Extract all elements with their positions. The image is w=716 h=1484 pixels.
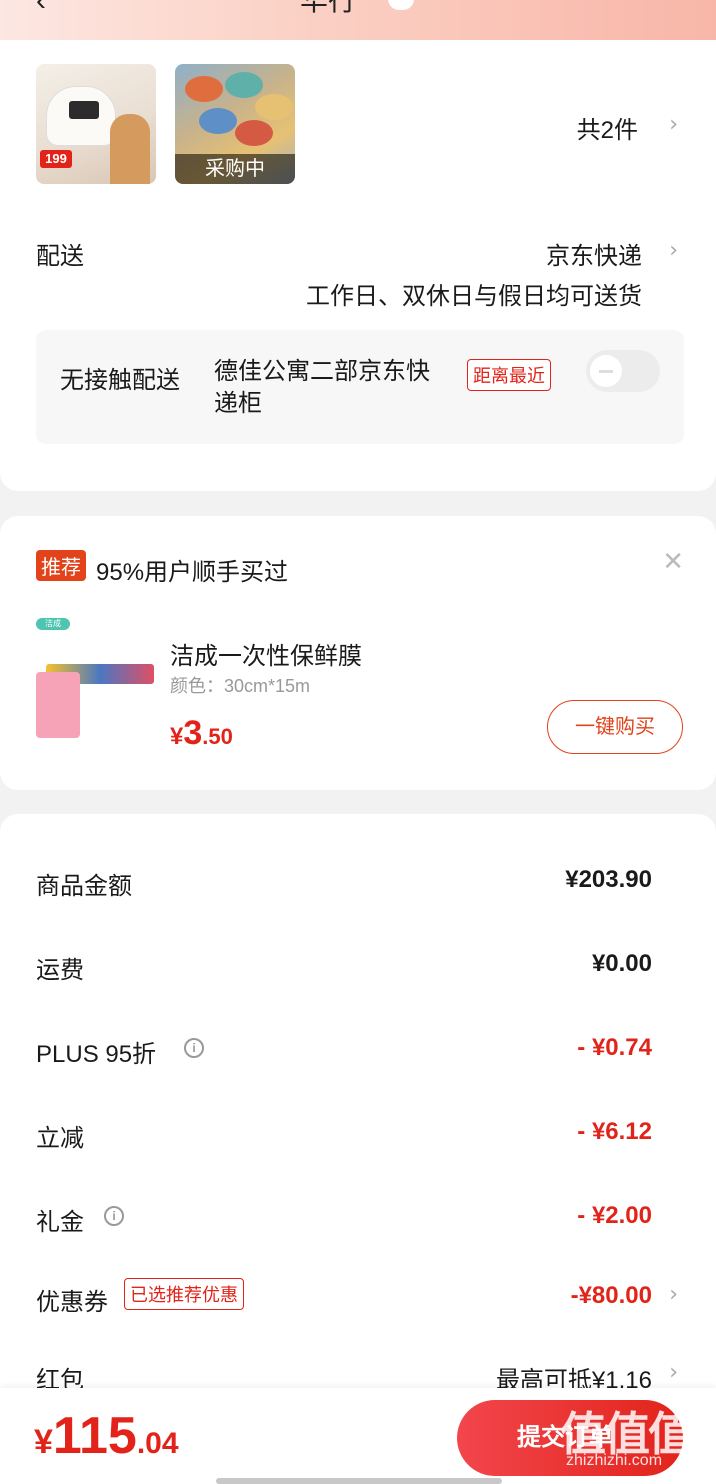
coupon-row[interactable]: 优惠券 已选推荐优惠 -¥80.00 › <box>0 1278 716 1322</box>
one-click-buy-button[interactable]: 一键购买 <box>547 700 683 754</box>
total-integer: 115 <box>52 1407 137 1465</box>
cling-wrap-box-image <box>36 672 80 738</box>
home-indicator[interactable] <box>216 1478 502 1484</box>
chevron-right-icon[interactable]: › <box>669 1360 678 1385</box>
rice-cooker-image <box>46 86 116 146</box>
instant-discount-value: - ¥6.12 <box>577 1118 652 1145</box>
bowl-image <box>255 94 293 120</box>
chevron-right-icon[interactable]: › <box>669 112 678 137</box>
total-decimal: .04 <box>136 1427 179 1460</box>
instant-discount-row: 立减 - ¥6.12 <box>0 1118 716 1158</box>
nearest-badge: 距离最近 <box>467 359 551 391</box>
cooker-panel <box>69 101 99 119</box>
price-currency: ¥ <box>170 723 184 750</box>
title-badge <box>388 0 414 10</box>
chevron-right-icon[interactable]: › <box>669 1282 678 1307</box>
recommended-product-name[interactable]: 洁成一次性保鲜膜 <box>170 636 362 671</box>
top-header: ‹ 华行 <box>0 0 716 40</box>
chevron-right-icon[interactable]: › <box>669 238 678 263</box>
recommend-badge: 推荐 <box>36 550 86 581</box>
thumbnail-price-tag: 199 <box>40 150 72 168</box>
contactless-toggle[interactable] <box>586 350 660 392</box>
recommended-product-image[interactable]: 洁成 <box>36 618 156 744</box>
price-summary-card: 商品金额 ¥203.90 运费 ¥0.00 PLUS 95折 i - ¥0.74… <box>0 814 716 1484</box>
goods-amount-value: ¥203.90 <box>565 866 652 893</box>
checkout-bar: ¥115.04 提交订单 值值值 zhizhizhi.com <box>0 1388 716 1484</box>
price-decimal: .50 <box>202 724 233 749</box>
price-integer: 3 <box>183 714 203 752</box>
page-title: 华行 <box>300 0 357 16</box>
close-icon[interactable]: ✕ <box>662 546 684 577</box>
freight-row: 运费 ¥0.00 <box>0 950 716 990</box>
recommendation-card: 推荐 95%用户顺手买过 ✕ 洁成 洁成一次性保鲜膜 颜色：30cm*15m ¥… <box>0 516 716 790</box>
recommended-product-price: ¥3.50 <box>170 714 233 753</box>
shipping-label: 配送 <box>36 243 84 270</box>
contactless-delivery-panel: 无接触配送 德佳公寓二部京东快递柜 距离最近 <box>36 330 684 444</box>
goods-amount-row: 商品金额 ¥203.90 <box>0 866 716 906</box>
bowl-image <box>199 108 237 134</box>
info-icon[interactable]: i <box>184 1038 204 1058</box>
toggle-knob <box>590 355 622 387</box>
plus-discount-value: - ¥0.74 <box>577 1034 652 1061</box>
order-goods-card: 199 采购中 共2件 › 配送 京东快递 › 工作日、双休日与假日均可送货 无… <box>0 40 716 491</box>
locker-address: 德佳公寓二部京东快递柜 <box>214 358 430 417</box>
purchasing-status-label: 采购中 <box>175 154 295 184</box>
coupon-value: -¥80.00 <box>570 1282 652 1309</box>
instant-discount-label: 立减 <box>36 1125 84 1152</box>
bowl-image <box>185 76 223 102</box>
gift-money-value: - ¥2.00 <box>577 1202 652 1229</box>
freight-label: 运费 <box>36 957 84 984</box>
recommendation-title: 95%用户顺手买过 <box>96 559 289 586</box>
bowl-image <box>235 120 273 146</box>
product-thumbnail-bowls[interactable]: 采购中 <box>175 64 295 184</box>
brand-tag: 洁成 <box>36 618 70 630</box>
goods-count-link[interactable]: 共2件 <box>577 110 638 145</box>
spokesperson-image <box>110 114 150 184</box>
bowl-image <box>225 72 263 98</box>
gift-money-label: 礼金 <box>36 1209 84 1236</box>
coupon-selected-tag: 已选推荐优惠 <box>124 1278 244 1310</box>
gift-money-row: 礼金 i - ¥2.00 <box>0 1202 716 1242</box>
contactless-delivery-label: 无接触配送 <box>60 367 180 394</box>
total-currency: ¥ <box>34 1423 53 1461</box>
chevron-left-icon[interactable]: ‹ <box>36 0 66 16</box>
product-thumbnail-rice-cooker[interactable]: 199 <box>36 64 156 184</box>
plus-discount-row: PLUS 95折 i - ¥0.74 <box>0 1034 716 1074</box>
shipping-note: 工作日、双休日与假日均可送货 <box>306 283 642 310</box>
info-icon[interactable]: i <box>104 1206 124 1226</box>
watermark-url: zhizhizhi.com <box>566 1452 663 1469</box>
recommended-product-spec: 颜色：30cm*15m <box>170 676 311 696</box>
goods-amount-label: 商品金额 <box>36 873 132 900</box>
plus-discount-label: PLUS 95折 <box>36 1041 157 1068</box>
order-total: ¥115.04 <box>34 1406 179 1466</box>
coupon-label: 优惠券 <box>36 1289 108 1316</box>
shipping-method[interactable]: 京东快递 <box>546 236 642 271</box>
freight-value: ¥0.00 <box>591 950 652 977</box>
